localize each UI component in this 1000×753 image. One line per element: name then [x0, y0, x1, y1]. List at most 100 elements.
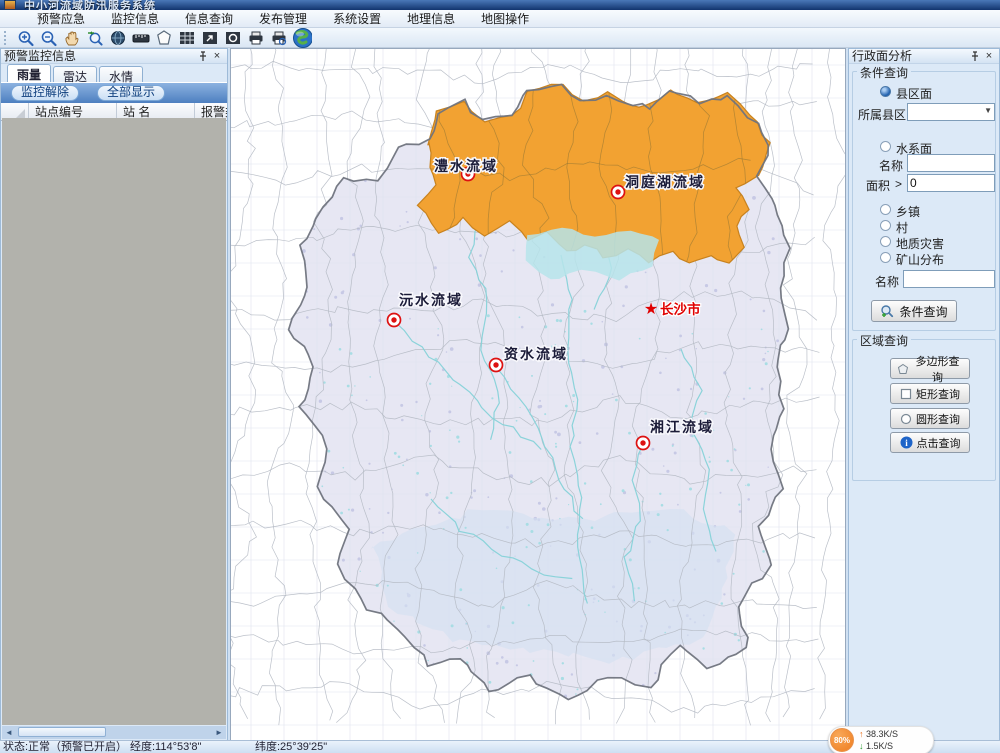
city-label[interactable]: 长沙市	[660, 301, 701, 317]
warning-panel-header: 预警监控信息 ×	[1, 49, 227, 64]
mine-distribution-radio-label[interactable]: 矿山分布	[896, 251, 944, 268]
pan-icon[interactable]	[61, 28, 82, 47]
sort-triangle-icon	[16, 109, 25, 118]
zoom-out-icon[interactable]	[38, 28, 59, 47]
name2-field-label: 名称	[875, 273, 899, 290]
county-select-label: 所属县区	[858, 106, 906, 123]
polygon-query-button[interactable]: 多边形查询	[890, 358, 970, 379]
status-text: 状态:正常（预警已开启）	[3, 741, 127, 753]
analysis-panel-title: 行政面分析	[852, 50, 968, 63]
title-bar: 中小河流域防汛服务系统	[0, 0, 1000, 10]
basin-label: 沅水流域	[399, 292, 463, 308]
water-system-radio[interactable]	[880, 141, 891, 152]
scroll-right-icon[interactable]: ►	[212, 726, 226, 739]
geo-disaster-radio[interactable]	[880, 236, 891, 247]
menu-info-query[interactable]: 信息查询	[172, 10, 246, 27]
chevron-down-icon[interactable]: ▼	[984, 106, 992, 115]
analysis-panel-body: 条件查询 县区面 所属县区 ▼ 水系面 名称 面积 > 乡镇 村	[849, 63, 999, 740]
toolbar-grip	[4, 31, 10, 45]
station-marker[interactable]	[612, 186, 625, 199]
latitude-readout: 纬度:25°39'25"	[255, 741, 327, 753]
upload-arrow-icon: ↑	[859, 729, 864, 739]
tab-water[interactable]: 水情	[99, 66, 143, 82]
name-input[interactable]	[907, 154, 995, 172]
menu-bar: 预警应急 监控信息 信息查询 发布管理 系统设置 地理信息 地图操作	[0, 10, 1000, 28]
geo-disaster-radio-label[interactable]: 地质灾害	[896, 235, 944, 252]
map-area[interactable]: 澧水流域洞庭湖流域沅水流域资水流域湘江流域★长沙市	[230, 48, 846, 741]
station-table-body[interactable]	[2, 118, 226, 725]
grid-icon[interactable]	[176, 28, 197, 47]
longitude-readout: 经度:114°53'8"	[130, 741, 201, 753]
polygon-icon	[897, 363, 908, 375]
show-all-button[interactable]: 全部显示	[97, 85, 165, 101]
click-query-label: 点击查询	[917, 435, 961, 451]
monitor-button-strip: 监控解除 全部显示	[1, 82, 227, 103]
net-speed-rows: ↑ 38.3K/S ↓ 1.5K/S	[859, 728, 898, 752]
admin-analysis-panel: 行政面分析 × 条件查询 县区面 所属县区 ▼ 水系面 名称 面积 >	[848, 48, 1000, 741]
station-marker[interactable]	[637, 437, 650, 450]
tab-rainfall[interactable]: 雨量	[7, 64, 51, 82]
zoom-previous-icon[interactable]	[84, 28, 105, 47]
village-radio-label[interactable]: 村	[896, 219, 908, 236]
rectangle-query-label: 矩形查询	[916, 386, 960, 402]
measure-icon[interactable]	[130, 28, 151, 47]
name2-input[interactable]	[903, 270, 995, 288]
county-area-radio-label[interactable]: 县区面	[896, 85, 932, 102]
globe-small-icon[interactable]	[107, 28, 128, 47]
net-speed-widget[interactable]: 80% ↑ 38.3K/S ↓ 1.5K/S	[828, 726, 934, 753]
print-preview-icon[interactable]	[268, 28, 289, 47]
menu-geo-info[interactable]: 地理信息	[394, 10, 468, 27]
upload-speed: 38.3K/S	[866, 729, 898, 739]
menu-monitor-info[interactable]: 监控信息	[98, 10, 172, 27]
menu-map-operations[interactable]: 地图操作	[468, 10, 542, 27]
basin-label: 资水流域	[504, 346, 568, 362]
county-area-radio[interactable]	[880, 86, 891, 97]
menu-emergency[interactable]: 预警应急	[24, 10, 98, 27]
print-icon[interactable]	[245, 28, 266, 47]
circle-query-label: 圆形查询	[916, 411, 960, 427]
warning-panel-title: 预警监控信息	[4, 50, 196, 63]
scrollbar-thumb[interactable]	[18, 727, 106, 737]
window-title: 中小河流域防汛服务系统	[24, 0, 156, 10]
menu-publish[interactable]: 发布管理	[246, 10, 320, 27]
circle-query-button[interactable]: 圆形查询	[890, 408, 970, 429]
zoom-in-icon[interactable]	[15, 28, 36, 47]
polygon-query-label: 多边形查询	[912, 353, 963, 385]
horizontal-scrollbar[interactable]: ◄ ►	[2, 726, 226, 739]
pin-icon[interactable]	[196, 50, 210, 63]
application-window: 中小河流域防汛服务系统 预警应急 监控信息 信息查询 发布管理 系统设置 地理信…	[0, 0, 1000, 753]
area-field-label: 面积	[866, 177, 890, 194]
basin-label: 洞庭湖流域	[625, 174, 705, 190]
menu-system-settings[interactable]: 系统设置	[320, 10, 394, 27]
tab-radar[interactable]: 雷达	[53, 66, 97, 82]
condition-query-button[interactable]: 条件查询	[871, 300, 957, 322]
basin-label: 澧水流域	[434, 158, 498, 174]
record-icon[interactable]	[222, 28, 243, 47]
area-input[interactable]	[907, 174, 995, 192]
township-radio[interactable]	[880, 204, 891, 215]
pin-icon[interactable]	[968, 50, 982, 63]
release-monitor-button[interactable]: 监控解除	[11, 85, 79, 101]
analysis-panel-header: 行政面分析 ×	[849, 49, 999, 64]
globe-icon[interactable]	[291, 28, 312, 47]
click-query-button[interactable]: i 点击查询	[890, 432, 970, 453]
condition-query-button-label: 条件查询	[899, 303, 947, 320]
info-icon: i	[900, 436, 913, 449]
station-marker[interactable]	[388, 314, 401, 327]
station-marker[interactable]	[490, 359, 503, 372]
close-icon[interactable]: ×	[210, 50, 224, 63]
circle-icon	[900, 413, 912, 425]
county-combobox[interactable]: ▼	[907, 103, 995, 121]
township-radio-label[interactable]: 乡镇	[896, 203, 920, 220]
region-group-title: 区域查询	[857, 332, 911, 349]
scroll-left-icon[interactable]: ◄	[2, 726, 16, 739]
village-radio[interactable]	[880, 220, 891, 231]
mine-distribution-radio[interactable]	[880, 252, 891, 263]
polygon-select-icon[interactable]	[153, 28, 174, 47]
search-plus-icon	[880, 304, 894, 318]
rectangle-query-button[interactable]: 矩形查询	[890, 383, 970, 404]
map-canvas[interactable]: 澧水流域洞庭湖流域沅水流域资水流域湘江流域★长沙市	[231, 49, 845, 740]
basin-label: 湘江流域	[650, 419, 714, 435]
close-icon[interactable]: ×	[982, 50, 996, 63]
export-icon[interactable]	[199, 28, 220, 47]
